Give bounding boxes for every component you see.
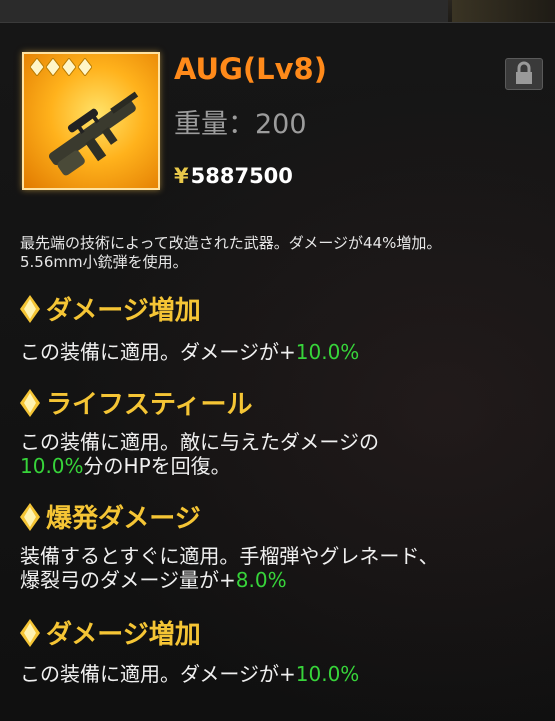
effect-body: 装備するとすぐに適用。手榴弾やグレネード、 爆裂弓のダメージ量が+8.0% <box>20 544 545 592</box>
yen-symbol: ¥ <box>174 164 189 188</box>
item-icon-frame <box>22 52 160 190</box>
effect-title: ダメージ増加 <box>46 296 201 326</box>
effect-text: この装備に適用。ダメージが+ <box>20 662 296 686</box>
effect-title: 爆発ダメージ <box>46 504 201 534</box>
effect-heading: ダメージ増加 <box>20 290 201 327</box>
effect-heading: ダメージ増加 <box>20 614 201 651</box>
effect-title: ライフスティール <box>46 390 253 420</box>
effect-title: ダメージ増加 <box>46 620 201 650</box>
lock-icon <box>516 61 532 84</box>
effect-body: この装備に適用。ダメージが+10.0% <box>20 662 545 686</box>
diamond-bullet-icon <box>20 294 40 323</box>
effect-heading: ライフスティール <box>20 384 252 421</box>
effect-text: 装備するとすぐに適用。手榴弾やグレネード、 <box>20 544 439 568</box>
diamond-bullet-icon <box>20 388 40 417</box>
description-line: 最先端の技術によって改造された武器。ダメージが44%増加。 <box>20 234 442 252</box>
item-price: ¥5887500 <box>174 164 293 188</box>
diamond-bullet-icon <box>20 502 40 531</box>
diamond-bullet-icon <box>20 618 40 647</box>
effect-value: 8.0% <box>235 568 287 592</box>
effect-text: 爆裂弓のダメージ量が+ <box>20 568 236 592</box>
effect-text: この装備に適用。敵に与えたダメージの <box>20 430 379 454</box>
effect-text: この装備に適用。ダメージが+ <box>20 340 296 364</box>
effect-value: 10.0% <box>20 454 84 478</box>
item-name: AUG(Lv8) <box>174 52 327 86</box>
price-value: 5887500 <box>190 164 293 188</box>
item-description: 最先端の技術によって改造された武器。ダメージが44%増加。 5.56mm小銃弾を… <box>20 234 540 272</box>
description-line: 5.56mm小銃弾を使用。 <box>20 253 188 271</box>
effect-value: 10.0% <box>295 340 360 364</box>
effect-body: この装備に適用。敵に与えたダメージの 10.0%分のHPを回復。 <box>20 430 545 478</box>
effect-text: 分のHPを回復。 <box>83 454 231 478</box>
effect-value: 10.0% <box>295 662 360 686</box>
effect-heading: 爆発ダメージ <box>20 498 201 535</box>
item-weight: 重量：200 <box>174 109 307 140</box>
rifle-icon <box>48 91 139 176</box>
lock-button[interactable] <box>505 58 543 90</box>
effect-body: この装備に適用。ダメージが+10.0% <box>20 340 545 364</box>
